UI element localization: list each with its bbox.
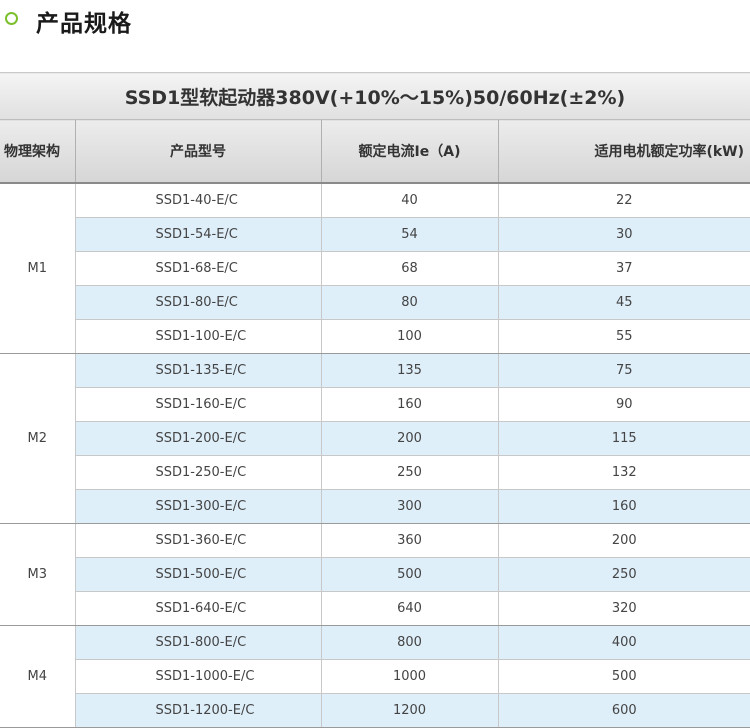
table-row: SSD1-1200-E/C 1200 600	[0, 693, 750, 728]
model-cell: SSD1-160-E/C	[75, 387, 322, 422]
current-cell: 300	[321, 489, 499, 524]
model-cell: SSD1-100-E/C	[75, 319, 322, 354]
table-row: SSD1-500-E/C 500 250	[0, 557, 750, 592]
header-model: 产品型号	[75, 119, 322, 184]
current-cell: 135	[321, 353, 499, 388]
current-cell: 80	[321, 285, 499, 320]
spec-table: SSD1型软起动器380V(+10%～15%)50/60Hz(±2%) 物理架构…	[0, 72, 750, 728]
table-row: SSD1-80-E/C 80 45	[0, 285, 750, 320]
frame-cell: M4	[0, 625, 76, 728]
current-cell: 360	[321, 523, 499, 558]
section-header: 产品规格	[0, 0, 750, 70]
power-cell: 200	[498, 523, 750, 558]
table-header-row: 物理架构 产品型号 额定电流Ie（A) 适用电机额定功率(kW)	[0, 119, 750, 184]
power-cell: 90	[498, 387, 750, 422]
header-frame: 物理架构	[0, 119, 76, 184]
header-current: 额定电流Ie（A)	[321, 119, 499, 184]
model-cell: SSD1-40-E/C	[75, 183, 322, 218]
model-cell: SSD1-80-E/C	[75, 285, 322, 320]
power-cell: 250	[498, 557, 750, 592]
frame-cell: M1	[0, 183, 76, 354]
power-cell: 45	[498, 285, 750, 320]
current-cell: 68	[321, 251, 499, 286]
header-power: 适用电机额定功率(kW)	[498, 119, 750, 184]
model-cell: SSD1-640-E/C	[75, 591, 322, 626]
frame-cell: M3	[0, 523, 76, 626]
table-row: SSD1-1000-E/C 1000 500	[0, 659, 750, 694]
power-cell: 500	[498, 659, 750, 694]
current-cell: 800	[321, 625, 499, 660]
model-cell: SSD1-300-E/C	[75, 489, 322, 524]
table-row: SSD1-200-E/C 200 115	[0, 421, 750, 456]
model-cell: SSD1-360-E/C	[75, 523, 322, 558]
power-cell: 115	[498, 421, 750, 456]
current-cell: 200	[321, 421, 499, 456]
model-cell: SSD1-800-E/C	[75, 625, 322, 660]
model-cell: SSD1-500-E/C	[75, 557, 322, 592]
current-cell: 160	[321, 387, 499, 422]
current-cell: 100	[321, 319, 499, 354]
table-row: SSD1-100-E/C 100 55	[0, 319, 750, 354]
table-row: SSD1-300-E/C 300 160	[0, 489, 750, 524]
power-cell: 55	[498, 319, 750, 354]
power-cell: 400	[498, 625, 750, 660]
power-cell: 37	[498, 251, 750, 286]
table-row: SSD1-160-E/C 160 90	[0, 387, 750, 422]
current-cell: 1200	[321, 693, 499, 728]
table-row: SSD1-250-E/C 250 132	[0, 455, 750, 490]
current-cell: 250	[321, 455, 499, 490]
model-cell: SSD1-250-E/C	[75, 455, 322, 490]
section-title: 产品规格	[36, 11, 132, 37]
model-cell: SSD1-54-E/C	[75, 217, 322, 252]
table-row: M1 SSD1-40-E/C 40 22	[0, 183, 750, 354]
circle-bullet-icon	[5, 12, 18, 25]
table-row: SSD1-54-E/C 54 30	[0, 217, 750, 252]
power-cell: 600	[498, 693, 750, 728]
power-cell: 160	[498, 489, 750, 524]
power-cell: 132	[498, 455, 750, 490]
current-cell: 1000	[321, 659, 499, 694]
table-row: M2 SSD1-135-E/C 135 75	[0, 353, 750, 524]
power-cell: 75	[498, 353, 750, 388]
current-cell: 500	[321, 557, 499, 592]
model-cell: SSD1-68-E/C	[75, 251, 322, 286]
table-row: SSD1-68-E/C 68 37	[0, 251, 750, 286]
table-caption: SSD1型软起动器380V(+10%～15%)50/60Hz(±2%)	[0, 72, 750, 120]
model-cell: SSD1-135-E/C	[75, 353, 322, 388]
frame-cell: M2	[0, 353, 76, 524]
table-row: SSD1-640-E/C 640 320	[0, 591, 750, 626]
table-caption-row: SSD1型软起动器380V(+10%～15%)50/60Hz(±2%)	[0, 72, 750, 120]
model-cell: SSD1-200-E/C	[75, 421, 322, 456]
power-cell: 30	[498, 217, 750, 252]
table-row: M4 SSD1-800-E/C 800 400	[0, 625, 750, 728]
model-cell: SSD1-1200-E/C	[75, 693, 322, 728]
model-cell: SSD1-1000-E/C	[75, 659, 322, 694]
current-cell: 54	[321, 217, 499, 252]
power-cell: 320	[498, 591, 750, 626]
current-cell: 40	[321, 183, 499, 218]
power-cell: 22	[498, 183, 750, 218]
table-row: M3 SSD1-360-E/C 360 200	[0, 523, 750, 626]
current-cell: 640	[321, 591, 499, 626]
